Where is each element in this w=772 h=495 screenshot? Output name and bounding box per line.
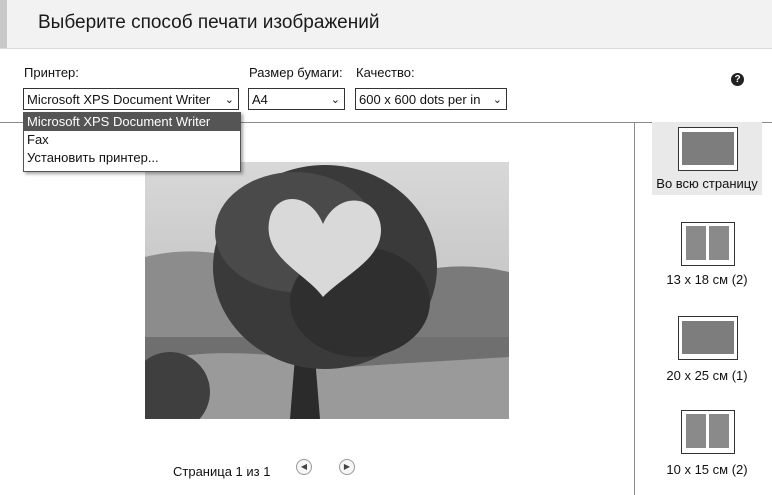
page-indicator: Страница 1 из 1 [173,464,271,479]
printer-select-value: Microsoft XPS Document Writer [27,92,211,107]
quality-value: 600 x 600 dots per in [359,92,481,107]
printer-option-fax[interactable]: Fax [24,131,240,149]
layout-label: 13 x 18 см (2) [666,272,748,287]
print-preview-image [145,162,509,419]
paper-size-value: A4 [252,92,268,107]
thumbnail-photo [682,321,734,354]
dialog-title: Выберите способ печати изображений [38,12,380,33]
layout-thumbnail [678,127,738,171]
chevron-down-icon[interactable]: ⌄ [493,89,502,109]
heart-tree-photo [145,162,509,419]
layout-label: Во всю страницу [656,176,758,191]
next-page-button[interactable]: ▶ [339,459,355,475]
help-icon[interactable]: ? [731,73,744,86]
printer-option-install[interactable]: Установить принтер... [24,149,240,167]
layout-thumbnail [681,410,735,454]
print-options-bar [0,49,772,121]
layout-thumbnail [678,316,738,360]
paper-size-label: Размер бумаги: [249,65,343,80]
paper-size-select[interactable]: A4 ⌄ [248,88,345,110]
window-edge [0,0,7,48]
thumbnail-photo [686,226,706,260]
printer-label: Принтер: [24,65,79,80]
chevron-down-icon[interactable]: ⌄ [331,89,340,109]
thumbnail-photo [709,226,729,260]
layout-option-full-page[interactable]: Во всю страницу [652,122,762,195]
quality-label: Качество: [356,65,415,80]
layout-option-10x15[interactable]: 10 x 15 см (2) [652,410,762,480]
chevron-down-icon[interactable]: ⌄ [225,89,234,109]
layout-label: 10 x 15 см (2) [666,462,748,477]
printer-option-xps[interactable]: Microsoft XPS Document Writer [24,113,240,131]
thumbnail-photo [709,414,729,448]
thumbnail-photo [686,414,706,448]
thumbnail-photo [682,132,734,165]
layout-option-13x18[interactable]: 13 x 18 см (2) [652,222,762,292]
previous-page-button[interactable]: ◀ [296,459,312,475]
layout-thumbnail [681,222,735,266]
printer-select[interactable]: Microsoft XPS Document Writer ⌄ [23,88,239,110]
printer-dropdown-list: Microsoft XPS Document Writer Fax Устано… [23,112,241,172]
layout-option-20x25[interactable]: 20 x 25 см (1) [652,316,762,386]
quality-select[interactable]: 600 x 600 dots per in ⌄ [355,88,507,110]
dialog-header: Выберите способ печати изображений [0,0,772,49]
layout-panel-divider [634,122,635,495]
layout-label: 20 x 25 см (1) [666,368,748,383]
